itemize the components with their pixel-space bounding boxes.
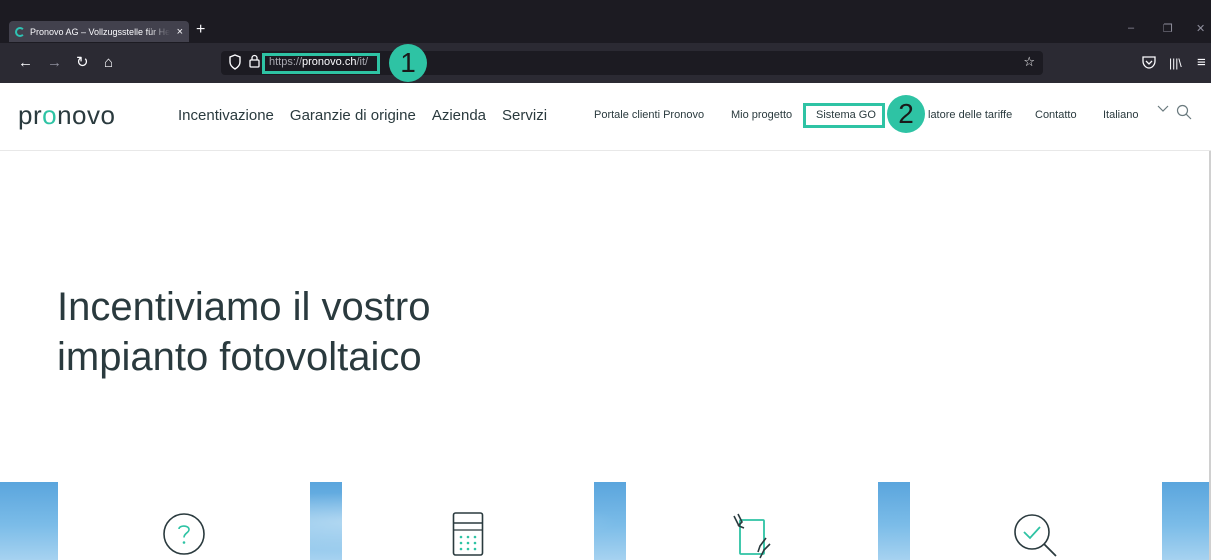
calculator-icon [452,512,484,556]
subnav-tariff-calculator[interactable]: latore delle tariffe [928,109,1012,121]
subnav-contact[interactable]: Contatto [1035,109,1077,121]
minimize-button[interactable]: – [1128,22,1134,34]
library-icon[interactable]: |||\ [1169,53,1182,73]
menu-icon[interactable]: ≡ [1197,53,1206,73]
logo-text-post: novo [57,100,116,130]
nav-incentivazione[interactable]: Incentivazione [178,107,274,124]
url-prefix: https:// [269,56,303,68]
language-selector[interactable]: Italiano [1103,109,1138,121]
loading-spinner-icon [15,26,25,37]
close-window-button[interactable]: ✕ [1196,22,1205,35]
feature-card-2[interactable] [342,467,594,560]
document-hand-icon [733,513,771,559]
url-path: /it/ [356,56,369,68]
lock-icon[interactable] [249,54,260,68]
nav-azienda[interactable]: Azienda [432,107,486,124]
url-host: pronovo.ch [302,56,357,68]
star-icon[interactable]: ☆ [1023,54,1035,70]
restore-button[interactable]: ❐ [1163,22,1173,35]
hero-title: Incentiviamo il vostro impianto fotovolt… [57,282,430,382]
hero-title-line-1: Incentiviamo il vostro [57,285,431,329]
site-header: pronovo Incentivazione Garanzie di origi… [0,83,1211,151]
chevron-down-icon[interactable] [1157,105,1169,113]
tab-title: Pronovo AG – Vollzugsstelle für Herkunft… [30,26,170,37]
url-bar[interactable]: https://pronovo.ch/it/ ☆ [221,51,1043,75]
subnav-portal[interactable]: Portale clienti Pronovo [594,109,704,121]
feature-card-4[interactable] [910,467,1162,560]
search-icon[interactable] [1176,104,1192,120]
logo-text-accent: o [42,100,58,130]
logo-text-pre: pr [18,100,43,130]
browser-tab-bar: Pronovo AG – Vollzugsstelle für Herkunft… [0,0,1211,43]
hero-title-line-2: impianto fotovoltaico [57,335,422,379]
feature-card-3[interactable] [626,467,878,560]
browser-nav-bar: ← → ↻ ⌂ https://pronovo.ch/it/ ☆ |||\ ≡ [0,43,1211,83]
browser-tab[interactable]: Pronovo AG – Vollzugsstelle für Herkunft… [9,21,189,42]
pronovo-logo[interactable]: pronovo [18,100,115,131]
nav-garanzie-di-origine[interactable]: Garanzie di origine [290,107,416,124]
question-icon [163,513,205,555]
subnav-sistema-go[interactable]: Sistema GO [816,109,876,121]
annotation-badge-1: 1 [389,44,427,82]
pocket-icon[interactable] [1142,56,1156,69]
url-text[interactable]: https://pronovo.ch/it/ [269,56,368,68]
shield-icon[interactable] [229,54,241,70]
subnav-project[interactable]: Mio progetto [731,109,792,121]
main-nav: Incentivazione Garanzie di origine Azien… [178,107,547,124]
reload-icon[interactable]: ↻ [76,53,89,73]
tab-close-icon[interactable]: × [177,26,183,38]
new-tab-button[interactable]: + [196,20,205,40]
feature-card-1[interactable] [58,467,310,560]
annotation-badge-2: 2 [887,95,925,133]
back-icon[interactable]: ← [18,53,33,73]
home-icon[interactable]: ⌂ [104,53,113,73]
forward-icon[interactable]: → [47,53,62,73]
search-check-icon [1014,514,1057,557]
nav-servizi[interactable]: Servizi [502,107,547,124]
